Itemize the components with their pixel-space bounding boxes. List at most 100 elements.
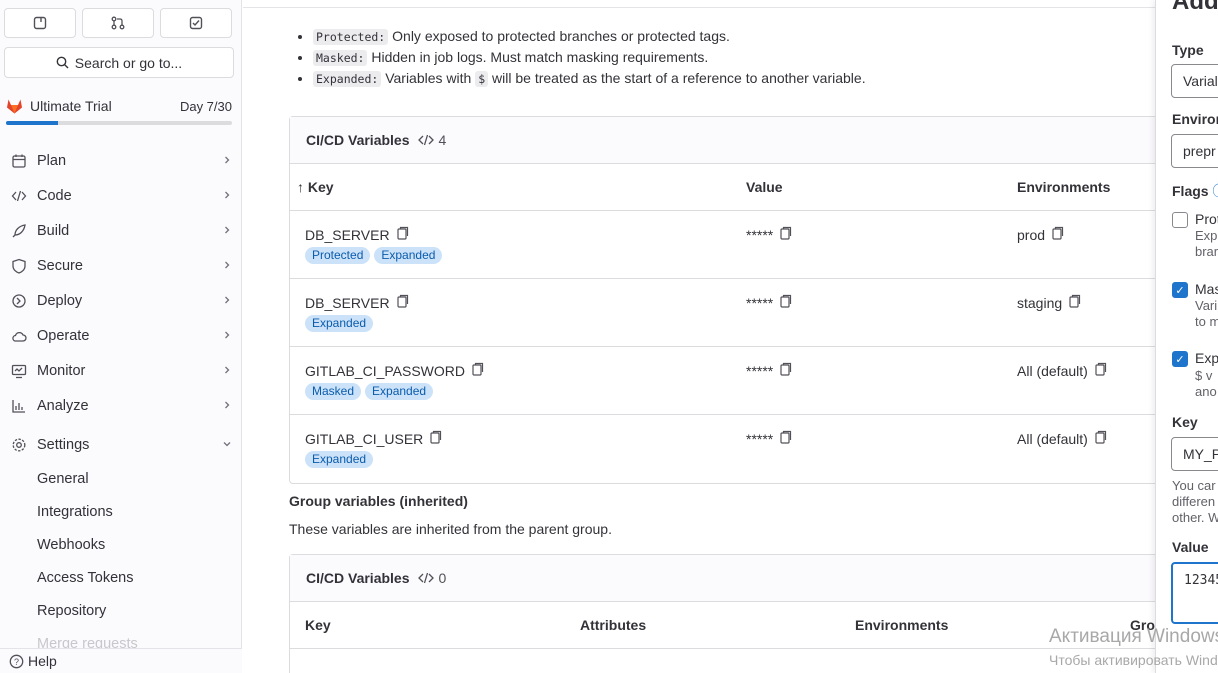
search-label: Search or go to... <box>74 54 183 71</box>
issues-button[interactable] <box>4 8 76 38</box>
sidebar-item-label: Code <box>37 187 72 204</box>
copy-key-icon[interactable] <box>396 294 409 311</box>
cicd-variables-card: CI/CD Variables 4 ↑ Key Value Environmen… <box>289 116 1155 484</box>
sidebar-item-label: Deploy <box>37 292 83 309</box>
copy-value-icon[interactable] <box>780 294 792 311</box>
copy-environment-icon[interactable] <box>1095 430 1107 447</box>
sidebar-item-build[interactable]: Build <box>0 213 242 248</box>
sidebar-item-deploy[interactable]: Deploy <box>0 283 242 318</box>
environments-column-header: Environments <box>1017 179 1111 195</box>
sidebar-item-monitor[interactable]: Monitor <box>0 353 242 388</box>
sidebar-item-plan[interactable]: Plan <box>0 143 242 178</box>
expand-label: Exp <box>1195 350 1218 366</box>
merge-requests-button[interactable] <box>82 8 154 38</box>
chevron-right-icon <box>222 224 232 238</box>
info-text: Only exposed to protected branches or pr… <box>392 28 730 44</box>
group-variables-desc: These variables are inherited from the p… <box>289 521 612 537</box>
expand-desc: $ v <box>1195 368 1213 383</box>
variable-key: DB_SERVER <box>305 294 390 311</box>
sidebar-item-operate[interactable]: Operate <box>0 318 242 353</box>
value-textarea[interactable]: 12345 <box>1171 562 1218 624</box>
search-button[interactable]: Search or go to... <box>4 47 234 78</box>
issues-icon <box>33 16 47 30</box>
copy-environment-icon[interactable] <box>1095 362 1107 379</box>
protect-desc: brar <box>1195 244 1218 259</box>
key-input[interactable]: MY_P <box>1171 437 1218 471</box>
value-column-header: Value <box>746 179 783 195</box>
variable-value: ***** <box>746 430 774 447</box>
main-content: Protected: Only exposed to protected bra… <box>243 0 1155 673</box>
mask-checkbox[interactable]: ✓ <box>1172 282 1188 298</box>
sidebar-item-secure[interactable]: Secure <box>0 248 242 283</box>
expand-checkbox[interactable]: ✓ <box>1172 351 1188 367</box>
copy-key-icon[interactable] <box>430 430 442 447</box>
chevron-right-icon <box>222 259 232 273</box>
copy-key-icon[interactable] <box>472 362 484 379</box>
todo-button[interactable] <box>160 8 232 38</box>
code-icon <box>10 187 28 205</box>
variables-table-body: DB_SERVER ***** prod Protected Expanded DB_SE… <box>290 211 1155 483</box>
environment-label: Environ <box>1172 111 1218 127</box>
trial-progress-bar <box>6 121 232 125</box>
rocket-icon <box>10 222 28 240</box>
sidebar-item-analyze[interactable]: Analyze <box>0 388 242 423</box>
settings-subitem-repository[interactable]: Repository <box>0 594 242 627</box>
trial-day: Day 7/30 <box>179 98 232 114</box>
protect-desc: Exp <box>1195 228 1218 243</box>
sidebar-item-label: Settings <box>37 436 90 453</box>
sidebar-item-code[interactable]: Code <box>0 178 242 213</box>
chevron-down-icon <box>222 438 232 452</box>
settings-subitem-integrations[interactable]: Integrations <box>0 495 242 528</box>
trial-widget[interactable]: Ultimate Trial Day 7/30 <box>6 98 232 125</box>
mask-desc: to m <box>1195 314 1218 329</box>
sidebar-item-label: Analyze <box>37 397 89 414</box>
copy-environment-icon[interactable] <box>1069 294 1081 311</box>
table-row: DB_SERVER ***** prod Protected Expanded <box>290 211 1155 279</box>
table-header: ↑ Key Value Environments <box>290 164 1155 211</box>
key-help: differen <box>1172 494 1216 509</box>
info-text: will be treated as the start of a refere… <box>492 70 866 86</box>
sidebar-item-label: Secure <box>37 257 83 274</box>
copy-key-icon[interactable] <box>396 226 409 243</box>
variable-environment: staging <box>1017 294 1063 311</box>
gitlab-logo-icon <box>7 99 22 114</box>
copy-value-icon[interactable] <box>780 226 792 243</box>
sort-arrow-icon: ↑ <box>297 179 304 195</box>
value-label: Value <box>1172 539 1209 555</box>
code-icon <box>417 134 434 146</box>
settings-subitem-general[interactable]: General <box>0 462 242 495</box>
card-header: CI/CD Variables 0 <box>290 555 1155 602</box>
chevron-right-icon <box>222 364 232 378</box>
flag-badges: Expanded <box>305 315 374 332</box>
info-text: Variables with <box>385 70 472 86</box>
card-title: CI/CD Variables <box>306 132 410 148</box>
copy-environment-icon[interactable] <box>1052 226 1064 243</box>
count-value: 0 <box>438 570 447 586</box>
copy-value-icon[interactable] <box>780 362 792 379</box>
variable-environment: prod <box>1017 226 1046 243</box>
variable-value: ***** <box>746 294 774 311</box>
sidebar-item-settings[interactable]: Settings <box>0 427 242 462</box>
chevron-right-icon <box>222 294 232 308</box>
type-select[interactable]: Varial <box>1171 64 1218 98</box>
settings-subitem-webhooks[interactable]: Webhooks <box>0 528 242 561</box>
checkmark-icon: ✓ <box>1175 284 1185 297</box>
trial-progress-fill <box>6 121 58 125</box>
flag-badge: Masked <box>305 383 362 400</box>
copy-value-icon[interactable] <box>780 430 792 447</box>
trial-title: Ultimate Trial <box>30 98 112 114</box>
mask-label: Mas <box>1195 281 1218 297</box>
svg-text:?: ? <box>14 657 19 667</box>
deploy-icon <box>10 292 28 310</box>
drawer-title: Add <box>1172 0 1218 15</box>
help-button[interactable]: ? Help <box>0 648 242 673</box>
protect-checkbox[interactable] <box>1172 212 1188 228</box>
help-label: Help <box>28 653 57 669</box>
info-code: Protected: <box>313 29 389 45</box>
info-circle-icon[interactable]: ⓘ <box>1212 183 1218 199</box>
environment-select[interactable]: prepr <box>1171 134 1218 168</box>
info-protected: Protected: Only exposed to protected bra… <box>313 26 866 47</box>
settings-subitem-access-tokens[interactable]: Access Tokens <box>0 561 242 594</box>
key-column-header[interactable]: ↑ Key <box>297 179 334 195</box>
variable-environment: All (default) <box>1017 362 1088 379</box>
